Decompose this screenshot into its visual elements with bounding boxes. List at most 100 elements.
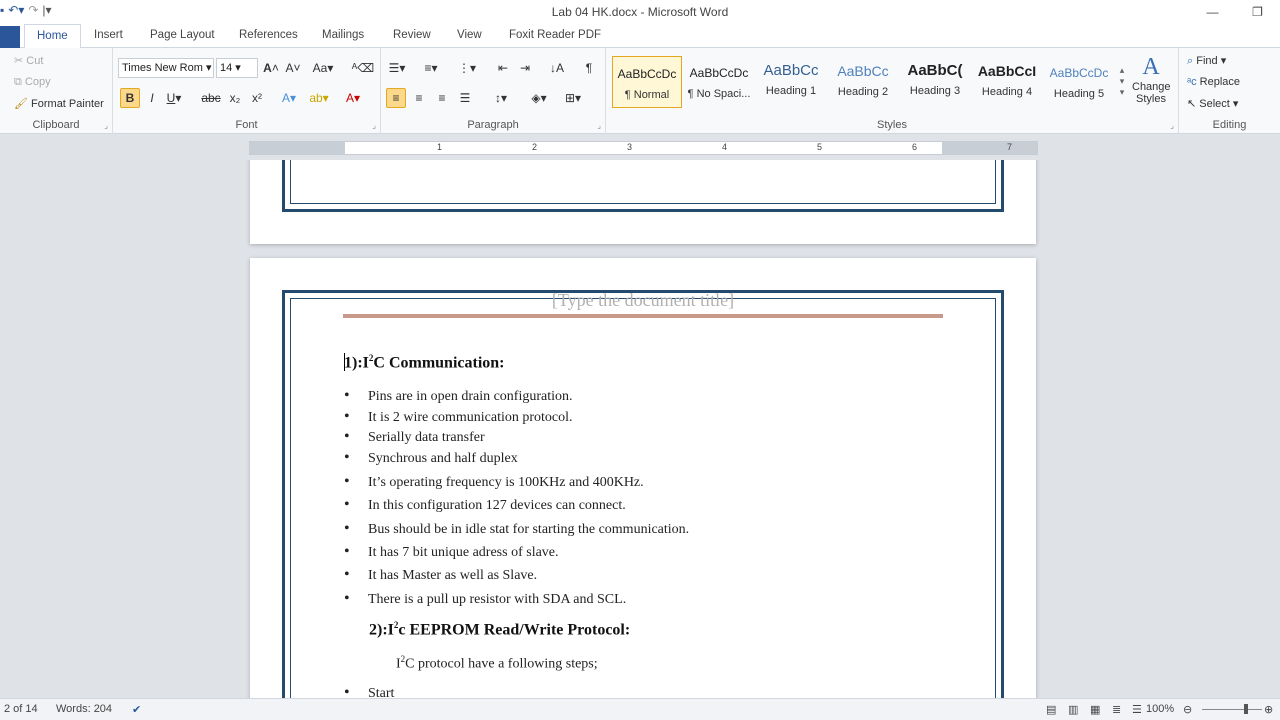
select-button[interactable]: ↖ Select ▾	[1187, 97, 1238, 110]
page-count[interactable]: 2 of 14	[4, 703, 38, 715]
zoom-in-icon[interactable]: ⊕	[1264, 703, 1273, 716]
status-bar: 2 of 14 Words: 204 ✔ ▤ ▥ ▦ ≣ ☰ 100% ⊖ ⊕	[0, 698, 1280, 720]
underline-icon[interactable]: U ▾	[164, 88, 184, 108]
borders-icon[interactable]: ⊞▾	[563, 88, 583, 108]
file-tab[interactable]	[0, 26, 20, 48]
styles-more-icon[interactable]: ▴ ▾ ▾	[1112, 58, 1132, 104]
shrink-font-icon[interactable]: A˅	[283, 58, 303, 78]
zoom-slider-thumb[interactable]	[1244, 704, 1248, 714]
paragraph-launcher-icon[interactable]: ⌟	[597, 121, 601, 130]
restore-button[interactable]: ❐	[1235, 0, 1280, 24]
font-label: Font	[235, 119, 258, 131]
list-item[interactable]: In this configuration 127 devices can co…	[344, 496, 626, 514]
subscript-icon[interactable]: x₂	[225, 88, 245, 108]
list-item[interactable]: Bus should be in idle stat for starting …	[344, 520, 689, 538]
word-count[interactable]: Words: 204	[56, 703, 112, 715]
grow-font-icon[interactable]: A ˄	[261, 58, 281, 78]
style-heading-3[interactable]: AaBbC( Heading 3	[900, 56, 970, 108]
justify-icon[interactable]: ☰	[455, 88, 475, 108]
list-item[interactable]: There is a pull up resistor with SDA and…	[344, 590, 626, 608]
tab-view[interactable]: View	[457, 29, 482, 41]
binoculars-icon: ⌕	[1187, 55, 1194, 67]
align-center-icon[interactable]: ≡	[409, 88, 429, 108]
superscript-icon[interactable]: x²	[247, 88, 267, 108]
list-item[interactable]: It has 7 bit unique adress of slave.	[344, 543, 558, 561]
tab-page-layout[interactable]: Page Layout	[150, 29, 215, 41]
change-case-icon[interactable]: Aa▾	[313, 58, 334, 78]
minimize-button[interactable]: —	[1190, 0, 1235, 24]
italic-icon[interactable]: I	[142, 88, 162, 108]
list-item[interactable]: Synchrous and half duplex	[344, 449, 518, 467]
line-spacing-icon[interactable]: ↕▾	[491, 88, 511, 108]
numbering-icon[interactable]: ≡▾	[421, 58, 441, 78]
sort-icon[interactable]: ↓A	[547, 58, 567, 78]
horizontal-ruler[interactable]: 1 2 3 4 5 6 7	[249, 141, 1038, 155]
tab-references[interactable]: References	[239, 29, 298, 41]
style-normal[interactable]: AaBbCcDc ¶ Normal	[612, 56, 682, 108]
clear-formatting-icon[interactable]: ᴬ⌫	[352, 58, 374, 78]
clipboard-group: ✂ Cut ⧉ Copy 🖌 Format Painter Clipboard …	[0, 48, 113, 134]
document-area[interactable]: [Type the document title] 1):I2C Communi…	[0, 160, 1280, 698]
cut-button[interactable]: ✂ Cut	[14, 54, 43, 67]
page-1-bottom	[250, 160, 1036, 244]
styles-launcher-icon[interactable]: ⌟	[1170, 121, 1174, 130]
copy-button[interactable]: ⧉ Copy	[14, 76, 51, 89]
shading-icon[interactable]: ◈▾	[529, 88, 549, 108]
list-item[interactable]: Serially data transfer	[344, 428, 485, 446]
align-left-icon[interactable]: ≡	[386, 88, 406, 108]
styles-group: AaBbCcDc ¶ Normal AaBbCcDc ¶ No Spaci...…	[606, 48, 1179, 134]
style-heading-4[interactable]: AaBbCcI Heading 4	[972, 56, 1042, 108]
multilevel-list-icon[interactable]: ⋮▾	[457, 58, 477, 78]
full-screen-reading-icon[interactable]: ▥	[1068, 703, 1078, 716]
increase-indent-icon[interactable]: ⇥	[515, 58, 535, 78]
list-item[interactable]: It is 2 wire communication protocol.	[344, 408, 572, 426]
font-size-combo[interactable]: 14 ▾	[216, 58, 258, 78]
tab-home[interactable]: Home	[24, 24, 81, 49]
font-group: Times New Rom ▾ 14 ▾ A ˄ A˅ Aa▾ ᴬ⌫ B I U ▾…	[113, 48, 381, 134]
format-painter-button[interactable]: 🖌 Format Painter	[14, 97, 104, 110]
style-heading-1[interactable]: AaBbCc Heading 1	[756, 56, 826, 108]
header-title-placeholder[interactable]: [Type the document title]	[250, 290, 1036, 311]
scissors-icon: ✂	[14, 55, 24, 67]
zoom-out-icon[interactable]: ⊖	[1183, 703, 1192, 716]
window-title: Lab 04 HK.docx - Microsoft Word	[551, 5, 729, 19]
tab-insert[interactable]: Insert	[94, 29, 123, 41]
find-button[interactable]: ⌕ Find ▾	[1187, 54, 1226, 68]
text-effects-icon[interactable]: A▾	[279, 88, 299, 108]
font-launcher-icon[interactable]: ⌟	[372, 121, 376, 130]
font-name-combo[interactable]: Times New Rom ▾	[118, 58, 214, 78]
heading-eeprom-protocol[interactable]: 2):I2c EEPROM Read/Write Protocol:	[369, 620, 630, 639]
draft-icon[interactable]: ☰	[1132, 703, 1142, 716]
title-bar: ▪ ↶▾ ↷ |▾ Lab 04 HK.docx - Microsoft Wor…	[0, 0, 1280, 24]
style-heading-2[interactable]: AaBbCc Heading 2	[828, 56, 898, 108]
list-item[interactable]: It’s operating frequency is 100KHz and 4…	[344, 473, 644, 491]
list-item[interactable]: Start	[344, 684, 395, 698]
change-styles-button[interactable]: A Change Styles	[1132, 54, 1171, 105]
list-item[interactable]: It has Master as well as Slave.	[344, 566, 537, 584]
font-color-icon[interactable]: A▾	[343, 88, 363, 108]
highlight-icon[interactable]: ab▾	[309, 88, 329, 108]
tab-foxit-reader-pdf[interactable]: Foxit Reader PDF	[509, 29, 601, 41]
replace-button[interactable]: ᵃc Replace	[1187, 76, 1240, 88]
style-no-spacing[interactable]: AaBbCcDc ¶ No Spaci...	[684, 56, 754, 108]
zoom-level[interactable]: 100%	[1146, 703, 1174, 715]
zoom-slider-track[interactable]	[1202, 709, 1262, 710]
proofing-icon[interactable]: ✔	[132, 703, 141, 716]
web-layout-icon[interactable]: ▦	[1090, 703, 1100, 716]
print-layout-icon[interactable]: ▤	[1046, 703, 1056, 716]
tab-review[interactable]: Review	[393, 29, 431, 41]
styles-label: Styles	[877, 119, 907, 131]
style-heading-5[interactable]: AaBbCcDc Heading 5	[1044, 56, 1114, 108]
show-marks-icon[interactable]: ¶	[579, 58, 599, 78]
outline-icon[interactable]: ≣	[1112, 703, 1121, 716]
bullets-icon[interactable]: ☰▾	[387, 58, 407, 78]
heading-i2c-communication[interactable]: 1):I2C Communication:	[344, 353, 505, 372]
bold-icon[interactable]: B	[120, 88, 140, 108]
clipboard-launcher-icon[interactable]: ⌟	[104, 121, 108, 130]
strikethrough-icon[interactable]: abc	[201, 88, 221, 108]
list-item[interactable]: Pins are in open drain configuration.	[344, 387, 572, 405]
steps-intro-paragraph[interactable]: I2C protocol have a following steps;	[396, 654, 598, 673]
decrease-indent-icon[interactable]: ⇤	[493, 58, 513, 78]
tab-mailings[interactable]: Mailings	[322, 29, 364, 41]
align-right-icon[interactable]: ≡	[432, 88, 452, 108]
